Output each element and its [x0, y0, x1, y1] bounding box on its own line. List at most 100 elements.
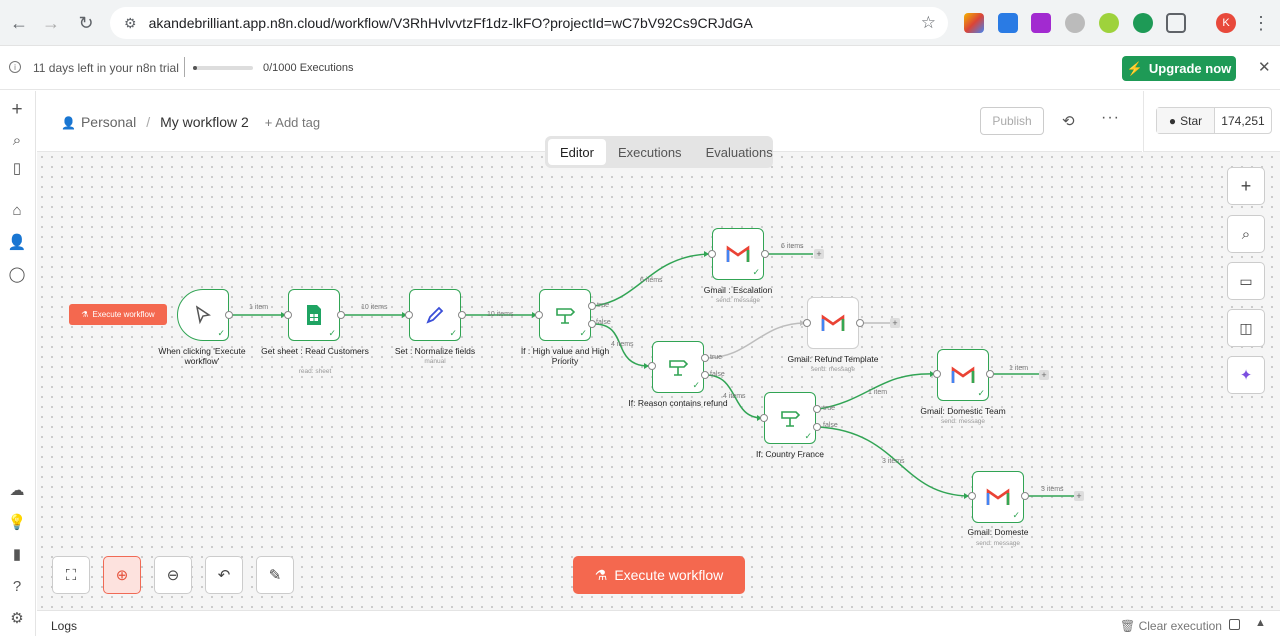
node-google-sheets[interactable]: ✓ [288, 289, 340, 341]
node-gmail-refund[interactable] [807, 297, 859, 349]
address-bar[interactable]: ⚙ akandebrilliant.app.n8n.cloud/workflow… [110, 7, 948, 39]
add-icon[interactable]: + [8, 99, 26, 120]
upgrade-button[interactable]: ⚡ Upgrade now [1122, 56, 1236, 81]
execute-workflow-node-button[interactable]: ⚗ Execute workflow [69, 304, 167, 325]
home-icon[interactable]: ⌂ [8, 201, 26, 219]
input-port[interactable] [535, 311, 543, 319]
true-output-port[interactable] [588, 302, 596, 310]
trial-text: 11 days left in your n8n trial [33, 61, 179, 75]
bookmark-star-icon[interactable]: ☆ [921, 13, 936, 33]
true-output-port[interactable] [813, 405, 821, 413]
panel-toggle-icon[interactable]: ▯ [8, 159, 26, 177]
close-icon[interactable]: ✕ [1258, 58, 1271, 76]
publish-button[interactable]: Publish [980, 107, 1044, 135]
zoom-out-button[interactable]: ⊖ [154, 556, 192, 594]
add-node-button[interactable]: + [1227, 167, 1265, 205]
output-port[interactable] [225, 311, 233, 319]
clear-execution-button[interactable]: 🗑 Clear execution [1120, 619, 1222, 633]
github-star-button[interactable]: ● Star 174,251 [1156, 107, 1272, 134]
node-if-country[interactable]: ✓ [764, 392, 816, 444]
execute-workflow-button[interactable]: ⚗ Execute workflow [573, 556, 745, 594]
edge-label: 3 items [882, 458, 905, 465]
extension-icon[interactable] [964, 13, 984, 33]
false-output-port[interactable] [588, 320, 596, 328]
project-link[interactable]: Personal [81, 114, 136, 130]
main-sidebar: + ⌕ ▯ ⌂ 👤 ◯ ☁ 💡 ▮ ? ⚙ [0, 91, 36, 636]
profile-avatar[interactable]: K [1216, 13, 1236, 33]
chat-icon[interactable]: ◯ [8, 265, 26, 283]
search-icon[interactable]: ⌕ [8, 131, 26, 149]
tab-evaluations[interactable]: Evaluations [694, 139, 785, 165]
output-port[interactable] [761, 250, 769, 258]
node-gmail-escalation[interactable]: ✓ [712, 228, 764, 280]
node-subtitle: send: message [715, 297, 761, 304]
input-port[interactable] [803, 319, 811, 327]
fit-view-button[interactable]: ⛶ [52, 556, 90, 594]
note-icon: ▭ [1239, 272, 1253, 289]
ai-assistant-button[interactable]: ✦ [1227, 356, 1265, 394]
output-port[interactable] [1021, 492, 1029, 500]
user-icon[interactable]: 👤 [8, 233, 27, 251]
history-icon[interactable]: ⟲ [1062, 112, 1075, 130]
input-port[interactable] [648, 362, 656, 370]
cloud-icon[interactable]: ☁ [8, 481, 26, 499]
workflow-name[interactable]: My workflow 2 [160, 114, 249, 130]
node-manual-trigger[interactable]: ✓ [177, 289, 229, 341]
node-set[interactable]: ✓ [409, 289, 461, 341]
help-icon[interactable]: ? [8, 577, 26, 595]
panel-button[interactable]: ◫ [1227, 309, 1265, 347]
lightbulb-icon[interactable]: 💡 [8, 513, 27, 531]
add-node-icon[interactable]: + [814, 249, 824, 259]
camera-icon[interactable] [1065, 13, 1085, 33]
more-options-icon[interactable]: ··· [1101, 109, 1120, 127]
download-extension-icon[interactable] [998, 13, 1018, 33]
gmail-icon [726, 245, 750, 262]
tab-editor[interactable]: Editor [548, 139, 606, 165]
settings-gear-icon[interactable]: ⚙ [8, 609, 26, 627]
node-if-high-value[interactable]: ✓ [539, 289, 591, 341]
menu-kebab-icon[interactable]: ⋮ [1247, 9, 1275, 37]
false-output-port[interactable] [813, 423, 821, 431]
sticky-note-button[interactable]: ▭ [1227, 262, 1265, 300]
back-icon[interactable]: ← [5, 9, 33, 37]
undo-button[interactable]: ↶ [205, 556, 243, 594]
p-extension-icon[interactable] [1133, 13, 1153, 33]
input-port[interactable] [708, 250, 716, 258]
input-port[interactable] [933, 370, 941, 378]
insights-icon[interactable]: ▮ [8, 545, 26, 563]
true-output-port[interactable] [701, 354, 709, 362]
puzzle-icon[interactable] [1166, 13, 1186, 33]
expand-icon[interactable] [1229, 619, 1240, 630]
forward-icon[interactable]: → [37, 9, 65, 37]
input-port[interactable] [760, 414, 768, 422]
site-info-icon[interactable]: ⚙ [124, 15, 137, 32]
output-port[interactable] [986, 370, 994, 378]
tidy-up-button[interactable]: ✎ [256, 556, 294, 594]
input-port[interactable] [405, 311, 413, 319]
output-port[interactable] [337, 311, 345, 319]
add-node-icon[interactable]: + [1074, 491, 1084, 501]
node-gmail-domeste[interactable]: ✓ [972, 471, 1024, 523]
plus-icon: + [1240, 175, 1252, 196]
zoom-in-button[interactable]: ⊕ [103, 556, 141, 594]
output-port[interactable] [856, 319, 864, 327]
add-tag-button[interactable]: + Add tag [265, 115, 320, 130]
search-nodes-button[interactable]: ⌕ [1227, 215, 1265, 253]
output-port[interactable] [458, 311, 466, 319]
tab-executions[interactable]: Executions [606, 139, 694, 165]
chevron-up-icon[interactable]: ▲ [1255, 617, 1266, 629]
add-node-icon[interactable]: + [890, 318, 900, 328]
lightbulb-extension-icon[interactable] [1099, 13, 1119, 33]
download-purple-icon[interactable] [1031, 13, 1051, 33]
reload-icon[interactable]: ↻ [72, 9, 100, 37]
success-check-icon: ✓ [1012, 510, 1020, 520]
signpost-icon [781, 411, 801, 427]
input-port[interactable] [284, 311, 292, 319]
add-node-icon[interactable]: + [1039, 370, 1049, 380]
input-port[interactable] [968, 492, 976, 500]
true-label: true [597, 302, 610, 309]
logs-panel[interactable]: Logs 🗑 Clear execution ▲ [37, 610, 1280, 636]
node-gmail-domestic[interactable]: ✓ [937, 349, 989, 401]
false-output-port[interactable] [701, 371, 709, 379]
node-if-refund[interactable]: ✓ [652, 341, 704, 393]
